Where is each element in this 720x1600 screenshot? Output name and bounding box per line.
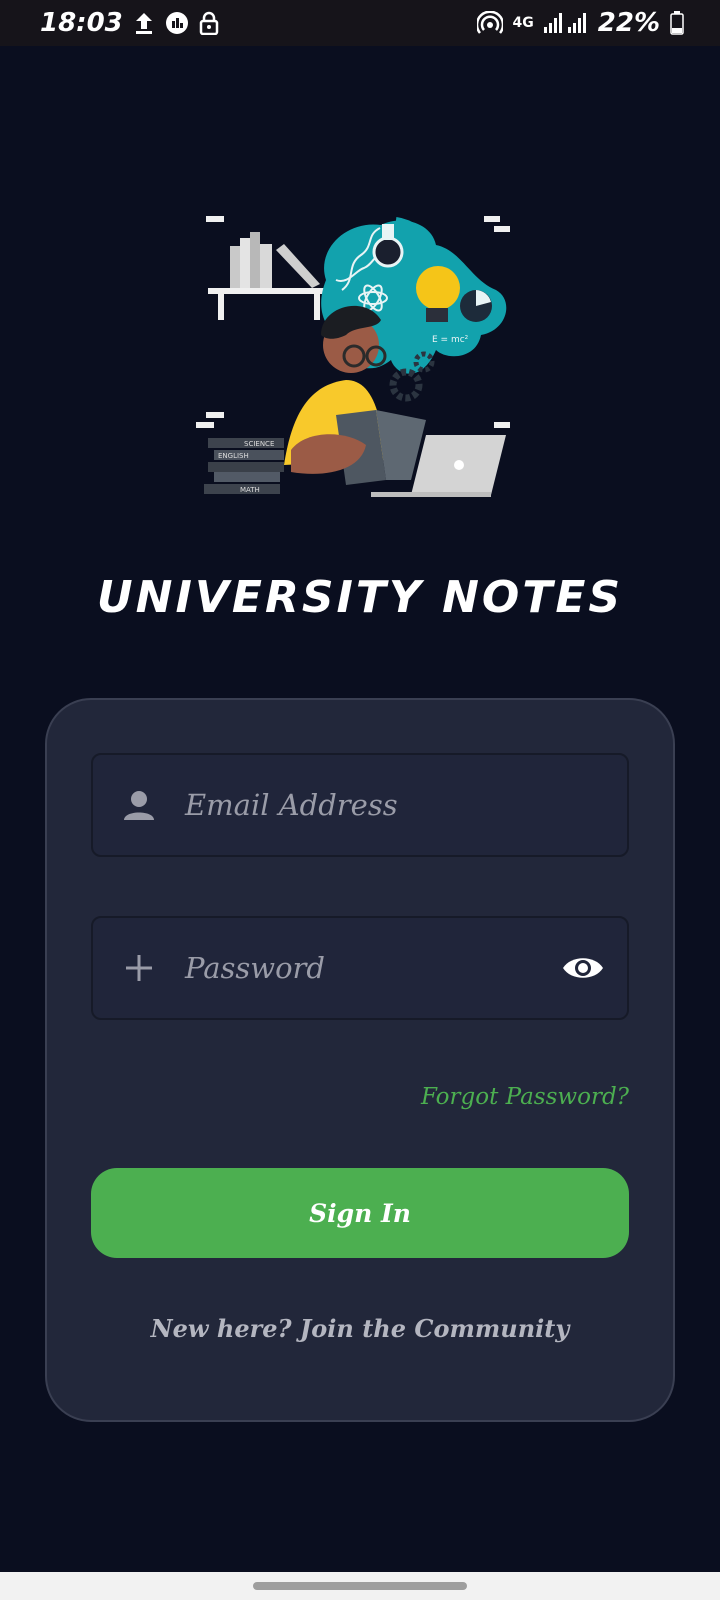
battery-percent: 22% xyxy=(597,8,660,38)
signal-icon xyxy=(543,11,588,35)
battery-icon xyxy=(670,11,684,35)
password-field[interactable]: Password xyxy=(91,916,629,1020)
forgot-password-link[interactable]: Forgot Password? xyxy=(421,1084,629,1110)
home-gesture-handle[interactable] xyxy=(253,1582,467,1590)
navigation-bar xyxy=(0,1572,720,1600)
status-bar: 18:03 4G 22% xyxy=(0,0,720,46)
email-field[interactable]: Email Address xyxy=(91,753,629,857)
join-community-link[interactable]: New here? Join the Community xyxy=(47,1314,673,1343)
app-title: UNIVERSITY NOTES xyxy=(96,572,624,623)
clock: 18:03 xyxy=(40,8,123,38)
email-placeholder: Email Address xyxy=(185,788,398,822)
person-icon xyxy=(93,788,185,822)
hero-illustration: E = mc² SCIENCE ENGLISH MATH xyxy=(196,210,526,510)
book-label-math: MATH xyxy=(240,486,260,494)
lock-icon xyxy=(199,11,219,35)
upload-icon xyxy=(133,11,155,35)
formula-text: E = mc² xyxy=(432,335,469,345)
book-label-english: ENGLISH xyxy=(218,452,249,460)
book-label-science: SCIENCE xyxy=(244,440,274,448)
show-password-eye-icon[interactable] xyxy=(539,953,627,983)
hotspot-icon xyxy=(476,11,503,35)
network-type: 4G xyxy=(512,15,534,31)
sign-in-button[interactable]: Sign In xyxy=(91,1168,629,1258)
data-saver-icon xyxy=(165,11,189,35)
plus-icon xyxy=(93,953,185,983)
password-placeholder: Password xyxy=(185,951,325,985)
login-card: Email Address Password Forgot Password? … xyxy=(45,698,675,1422)
